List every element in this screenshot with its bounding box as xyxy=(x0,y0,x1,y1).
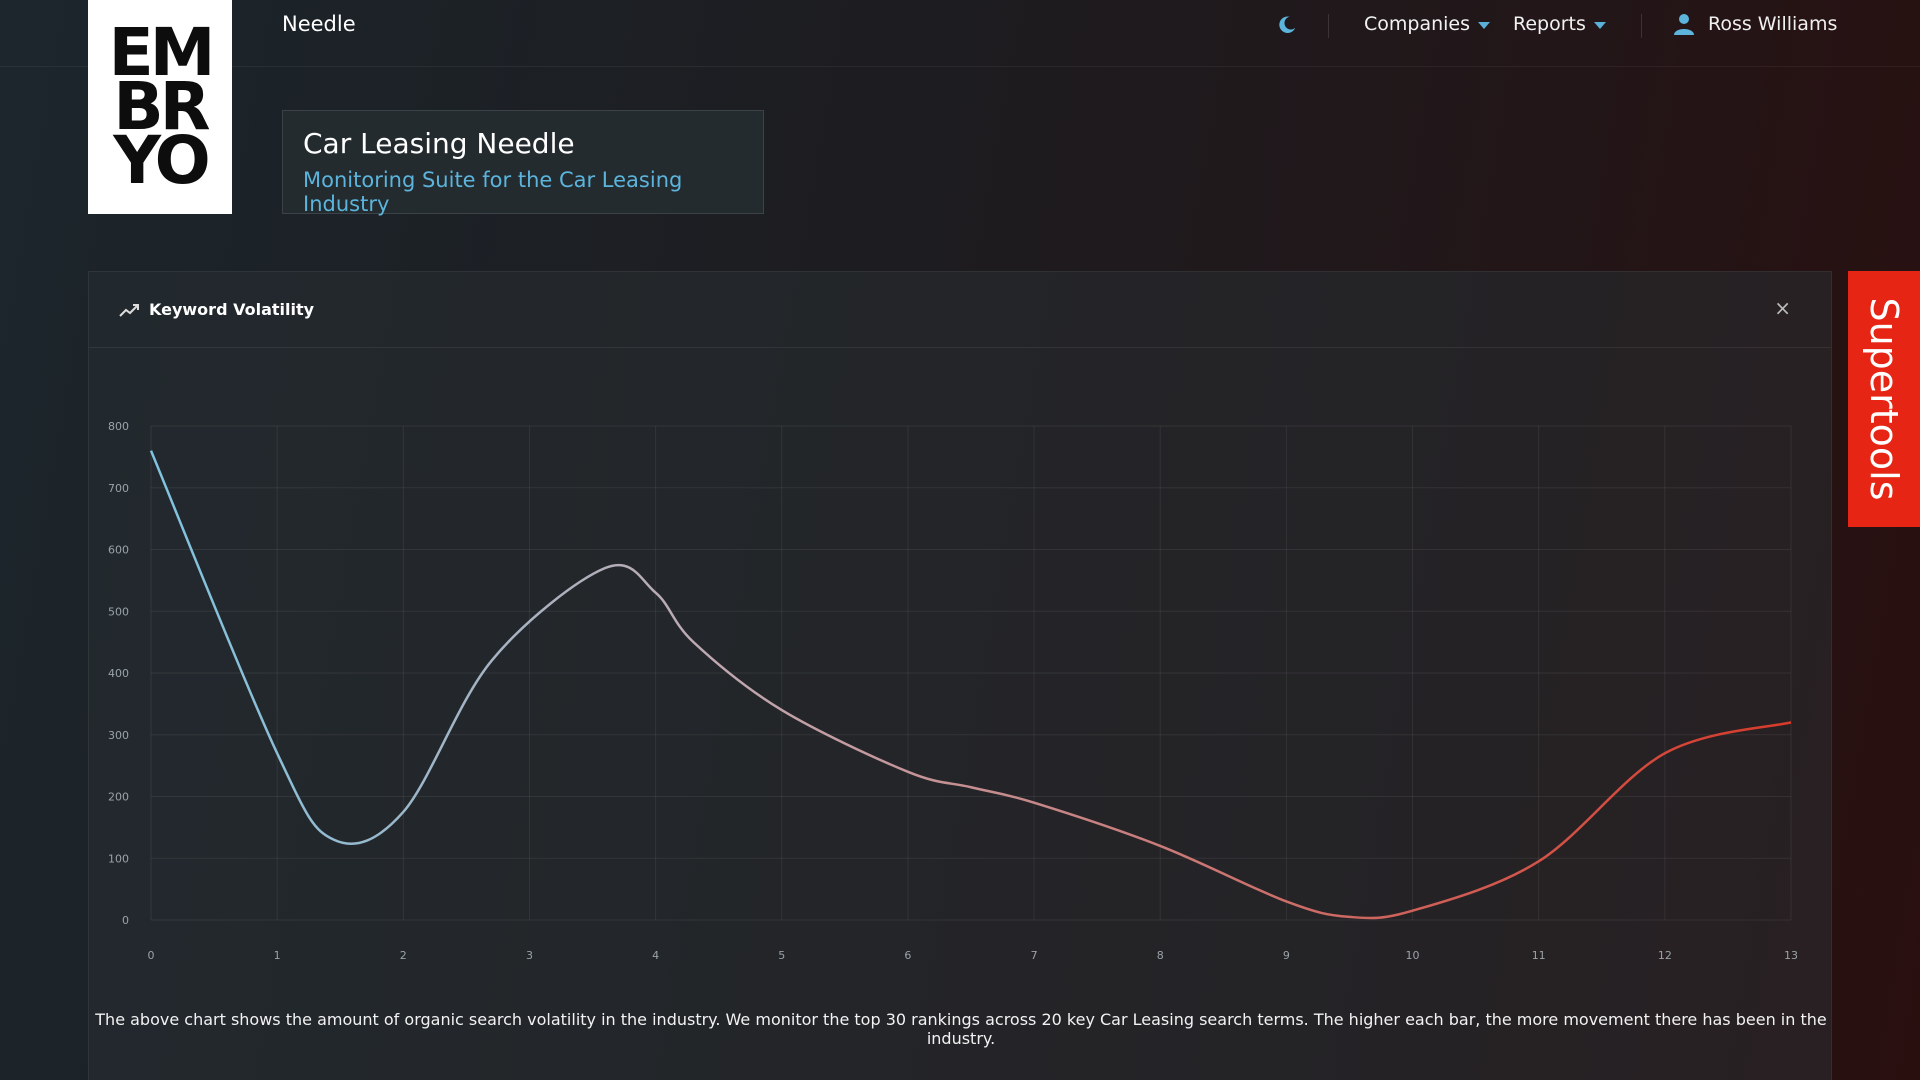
panel-header: Keyword Volatility × xyxy=(89,272,1831,348)
keyword-volatility-panel: Keyword Volatility × 0 100 200 300 400 500 600… xyxy=(88,271,1832,1080)
page-subtitle: Monitoring Suite for the Car Leasing Ind… xyxy=(303,168,683,216)
chevron-down-icon xyxy=(1478,22,1491,29)
y-tick-label: 600 xyxy=(108,544,129,557)
embryo-logo[interactable]: EM BR YO xyxy=(88,0,232,214)
top-bar: EM BR YO Needle Companies Reports Ross W… xyxy=(0,0,1920,214)
x-tick-label: 7 xyxy=(1031,949,1038,962)
supertools-label: Supertools xyxy=(1862,297,1906,501)
page-header-card: Car Leasing Needle Monitoring Suite for … xyxy=(282,110,764,216)
user-menu[interactable]: Ross Williams xyxy=(1674,13,1837,35)
x-tick-label: 2 xyxy=(400,949,407,962)
y-tick-label: 400 xyxy=(108,667,129,680)
x-tick-label: 8 xyxy=(1157,949,1164,962)
x-tick-label: 4 xyxy=(652,949,659,962)
reports-dropdown[interactable]: Reports xyxy=(1513,13,1606,35)
companies-label: Companies xyxy=(1364,13,1471,35)
x-tick-label: 3 xyxy=(526,949,533,962)
page-title: Car Leasing Needle xyxy=(303,127,575,160)
companies-dropdown[interactable]: Companies xyxy=(1364,13,1491,35)
y-tick-label: 500 xyxy=(108,605,129,618)
y-tick-label: 200 xyxy=(108,791,129,804)
chevron-down-icon xyxy=(1593,22,1606,29)
y-tick-label: 0 xyxy=(122,914,129,927)
x-tick-label: 5 xyxy=(778,949,785,962)
user-name: Ross Williams xyxy=(1708,13,1838,35)
app-name[interactable]: Needle xyxy=(282,12,356,36)
user-icon xyxy=(1674,14,1694,35)
y-tick-label: 800 xyxy=(108,420,129,433)
x-tick-label: 6 xyxy=(904,949,911,962)
x-tick-label: 9 xyxy=(1283,949,1290,962)
y-tick-label: 300 xyxy=(108,729,129,742)
y-tick-label: 100 xyxy=(108,852,129,865)
chart-caption: The above chart shows the amount of orga… xyxy=(95,1010,1827,1048)
volatility-chart: 01002003004005006007008000 1 2 3 4 5 6 7 8 9 10 11 1… xyxy=(108,420,1798,962)
x-tick-label: 0 xyxy=(148,949,155,962)
x-tick-label: 11 xyxy=(1532,949,1546,962)
moon-icon[interactable] xyxy=(1276,14,1298,36)
x-tick-label: 10 xyxy=(1406,949,1420,962)
x-tick-label: 1 xyxy=(274,949,281,962)
supertools-tab[interactable]: Supertools xyxy=(1848,271,1920,527)
close-icon[interactable]: × xyxy=(1774,298,1791,318)
series-line xyxy=(149,450,1792,920)
x-tick-label: 12 xyxy=(1658,949,1672,962)
panel-title: Keyword Volatility xyxy=(149,300,315,319)
nav-separator xyxy=(1328,14,1329,38)
y-tick-label: 700 xyxy=(108,482,129,495)
logo-line-3: YO xyxy=(113,122,211,199)
reports-label: Reports xyxy=(1513,13,1586,35)
x-tick-label: 13 xyxy=(1784,949,1798,962)
nav-separator xyxy=(1641,14,1642,38)
trending-up-icon xyxy=(119,303,139,317)
